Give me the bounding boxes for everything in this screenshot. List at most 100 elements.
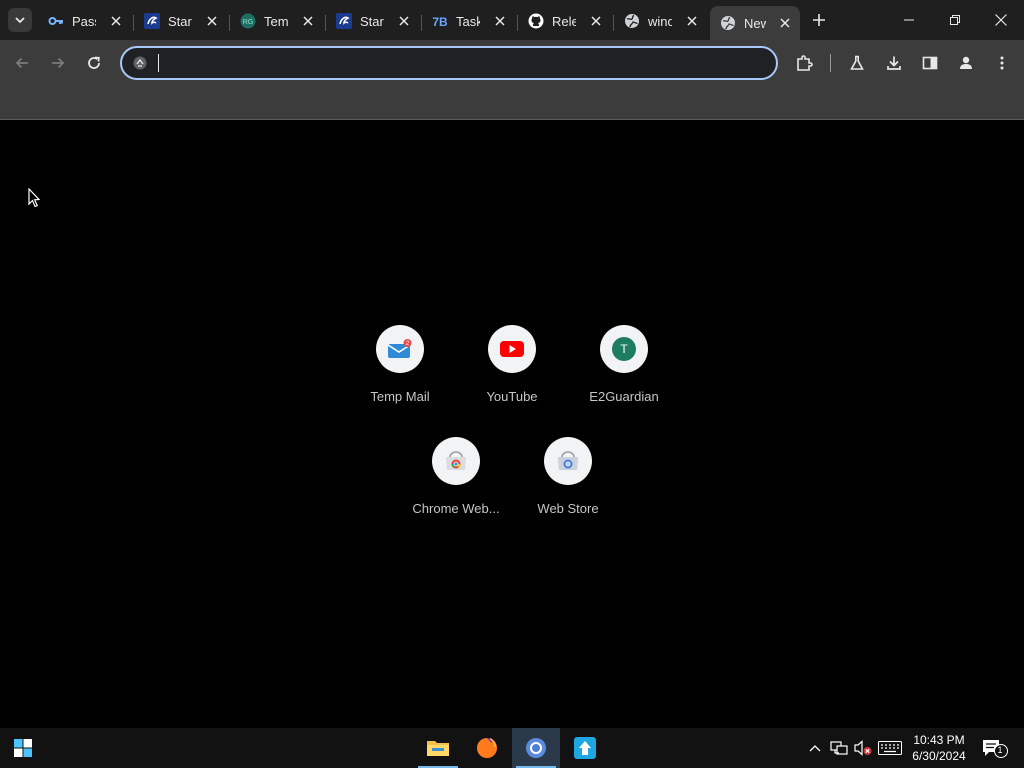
close-icon[interactable] bbox=[396, 13, 412, 29]
globe-icon bbox=[624, 13, 640, 29]
keyboard-icon bbox=[878, 741, 902, 755]
chevron-up-icon bbox=[809, 745, 821, 752]
restore-icon bbox=[950, 15, 960, 25]
shortcut-label: E2Guardian bbox=[589, 389, 659, 404]
folder-icon bbox=[427, 741, 449, 756]
tab[interactable]: wind bbox=[614, 7, 710, 35]
taskbar-file-explorer[interactable] bbox=[414, 728, 462, 768]
tab-search-button[interactable] bbox=[8, 8, 32, 32]
close-icon[interactable] bbox=[108, 13, 124, 29]
shortcut-icon bbox=[544, 437, 592, 485]
tab-title: New bbox=[744, 15, 766, 31]
labs-button[interactable] bbox=[845, 51, 869, 75]
tab-strip: Pass Start RG Temp Start bbox=[0, 0, 1024, 40]
close-icon[interactable] bbox=[204, 13, 220, 29]
shortcut-icon: 2 bbox=[376, 325, 424, 373]
window-controls bbox=[886, 0, 1024, 40]
taskbar: 10:43 PM 6/30/2024 1 bbox=[0, 728, 1024, 768]
web-store-icon bbox=[558, 451, 578, 470]
site-info-icon bbox=[133, 56, 147, 70]
shortcut-label: Chrome Web... bbox=[412, 501, 500, 516]
minimize-button[interactable] bbox=[886, 0, 932, 40]
tab-title: Start bbox=[168, 13, 192, 29]
github-icon bbox=[528, 13, 544, 29]
omnibox-input[interactable] bbox=[156, 53, 756, 73]
svg-text:RG: RG bbox=[243, 19, 254, 26]
back-button[interactable] bbox=[10, 51, 34, 75]
menu-button[interactable] bbox=[990, 51, 1014, 75]
start-button[interactable] bbox=[0, 728, 46, 768]
globe-icon bbox=[720, 15, 736, 31]
restore-button[interactable] bbox=[932, 0, 978, 40]
tab-title: Rele bbox=[552, 13, 576, 29]
tab[interactable]: Pass bbox=[38, 7, 134, 35]
shortcut-icon bbox=[432, 437, 480, 485]
volume-tray-button[interactable] bbox=[852, 728, 874, 768]
reload-icon bbox=[88, 56, 100, 69]
taskbar-app[interactable] bbox=[561, 728, 609, 768]
toolbar-divider bbox=[830, 54, 831, 72]
taskbar-chrome[interactable] bbox=[512, 728, 560, 768]
close-icon[interactable] bbox=[588, 13, 604, 29]
shortcut-icon: T bbox=[600, 325, 648, 373]
side-panel-icon bbox=[922, 56, 938, 70]
chrome-web-store-icon bbox=[446, 451, 466, 470]
notification-center-button[interactable]: 1 bbox=[978, 728, 1012, 768]
side-panel-button[interactable] bbox=[918, 51, 942, 75]
youtube-icon bbox=[500, 341, 524, 357]
shortcut-tile[interactable]: Chrome Web... bbox=[400, 433, 512, 516]
tab[interactable]: RG Temp bbox=[230, 7, 326, 35]
tempmail-icon: RG bbox=[240, 13, 256, 29]
tab-active[interactable]: New bbox=[710, 6, 800, 40]
plus-icon bbox=[813, 14, 825, 26]
profile-button[interactable] bbox=[954, 51, 978, 75]
app-icon bbox=[574, 737, 596, 759]
shortcut-tile[interactable]: Web Store bbox=[512, 433, 624, 516]
new-tab-page: 2 Temp Mail YouTube T E2Guardian Chrome … bbox=[0, 121, 1024, 728]
tasks-icon: 7B bbox=[432, 13, 448, 29]
extensions-button[interactable] bbox=[792, 51, 816, 75]
arrow-right-icon bbox=[52, 57, 65, 69]
network-tray-button[interactable] bbox=[828, 728, 850, 768]
clock-date: 6/30/2024 bbox=[912, 749, 966, 763]
windows-logo-icon bbox=[14, 739, 32, 757]
close-icon[interactable] bbox=[492, 13, 508, 29]
tab[interactable]: Start bbox=[134, 7, 230, 35]
forward-button[interactable] bbox=[46, 51, 70, 75]
temp-mail-icon: 2 bbox=[387, 339, 412, 358]
taskbar-clock[interactable]: 10:43 PM 6/30/2024 bbox=[906, 732, 972, 764]
shortcut-tile[interactable]: T E2Guardian bbox=[568, 321, 680, 404]
address-bar[interactable] bbox=[120, 46, 778, 80]
touch-keyboard-button[interactable] bbox=[876, 728, 904, 768]
download-icon bbox=[887, 56, 901, 70]
close-icon[interactable] bbox=[684, 13, 700, 29]
close-icon[interactable] bbox=[300, 13, 316, 29]
arrow-left-icon bbox=[15, 57, 28, 69]
toolbar bbox=[0, 40, 1024, 86]
downloads-button[interactable] bbox=[882, 51, 906, 75]
close-icon[interactable] bbox=[778, 15, 792, 31]
person-icon bbox=[960, 56, 972, 69]
new-tab-button[interactable] bbox=[808, 9, 830, 31]
tab-title: Tasks bbox=[456, 13, 480, 29]
notification-count: 1 bbox=[997, 745, 1003, 755]
minimize-icon bbox=[904, 19, 914, 21]
reload-button[interactable] bbox=[82, 51, 106, 75]
tab-title: wind bbox=[648, 13, 672, 29]
shortcut-tile[interactable]: YouTube bbox=[456, 321, 568, 404]
tab[interactable]: Rele bbox=[518, 7, 614, 35]
shortcut-label: YouTube bbox=[486, 389, 538, 404]
firefox-icon bbox=[477, 737, 497, 758]
show-hidden-icons-button[interactable] bbox=[804, 728, 826, 768]
taskbar-firefox[interactable] bbox=[463, 728, 511, 768]
tab-title: Pass bbox=[72, 13, 96, 29]
tabs: Pass Start RG Temp Start bbox=[38, 6, 800, 40]
tab[interactable]: 7B Tasks bbox=[422, 7, 518, 35]
tab[interactable]: Start bbox=[326, 7, 422, 35]
key-icon bbox=[48, 13, 64, 29]
close-window-button[interactable] bbox=[978, 0, 1024, 40]
svg-text:7B: 7B bbox=[432, 15, 448, 29]
shortcut-tile[interactable]: 2 Temp Mail bbox=[344, 321, 456, 404]
tab-title: Temp bbox=[264, 13, 288, 29]
network-icon bbox=[830, 741, 848, 755]
